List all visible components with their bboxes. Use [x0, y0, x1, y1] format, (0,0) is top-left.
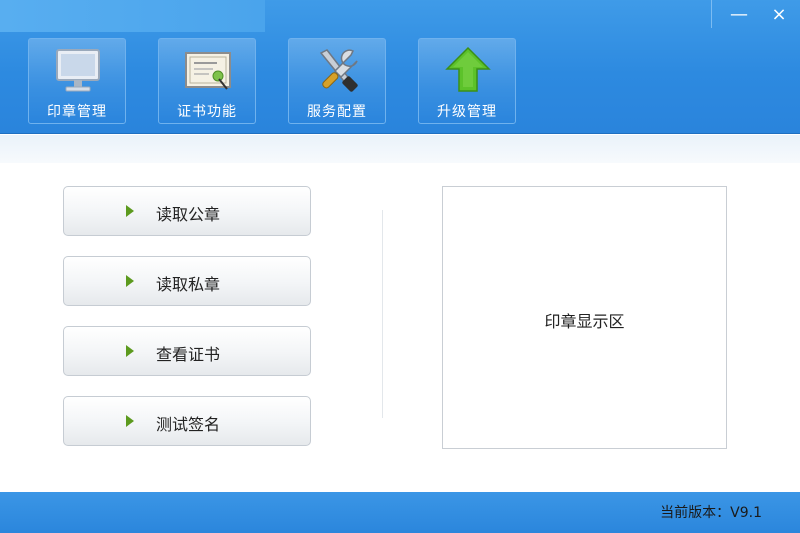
tools-icon	[319, 49, 358, 92]
sub-header-strip	[0, 135, 800, 163]
button-label: 读取私章	[156, 275, 221, 294]
toolbar-service-config[interactable]: 服务配置	[288, 38, 386, 124]
play-arrow-icon	[126, 205, 134, 217]
status-bar: 当前版本：V9.1	[0, 492, 800, 533]
certificate-icon	[185, 52, 231, 90]
window-controls-separator	[711, 0, 712, 28]
minimize-button[interactable]: —	[724, 2, 754, 28]
toolbar-upgrade-management[interactable]: 升级管理	[418, 38, 516, 124]
toolbar-label: 证书功能	[177, 104, 237, 120]
close-button[interactable]: ×	[764, 2, 794, 28]
seal-display-area: 印章显示区	[442, 186, 727, 449]
monitor-icon	[56, 49, 100, 92]
button-label: 测试签名	[156, 415, 221, 434]
toolbar-certificate-function[interactable]: 证书功能	[158, 38, 256, 124]
play-arrow-icon	[126, 345, 134, 357]
toolbar-label: 印章管理	[47, 104, 107, 120]
vertical-divider	[382, 210, 383, 418]
title-area	[0, 0, 265, 32]
toolbar-label: 服务配置	[307, 104, 367, 120]
seal-display-label: 印章显示区	[544, 312, 625, 331]
view-certificate-button[interactable]: 查看证书	[63, 326, 311, 376]
read-official-seal-button[interactable]: 读取公章	[63, 186, 311, 236]
header-bar: — × 印章管理 证书功能 服务配置 升级管理	[0, 0, 800, 134]
button-label: 读取公章	[156, 205, 221, 224]
upgrade-arrow-icon	[445, 46, 491, 92]
button-label: 查看证书	[156, 345, 221, 364]
toolbar-seal-management[interactable]: 印章管理	[28, 38, 126, 124]
read-private-seal-button[interactable]: 读取私章	[63, 256, 311, 306]
toolbar-label: 升级管理	[437, 104, 497, 120]
version-label: 当前版本：V9.1	[660, 505, 762, 521]
play-arrow-icon	[126, 275, 134, 287]
test-signature-button[interactable]: 测试签名	[63, 396, 311, 446]
play-arrow-icon	[126, 415, 134, 427]
